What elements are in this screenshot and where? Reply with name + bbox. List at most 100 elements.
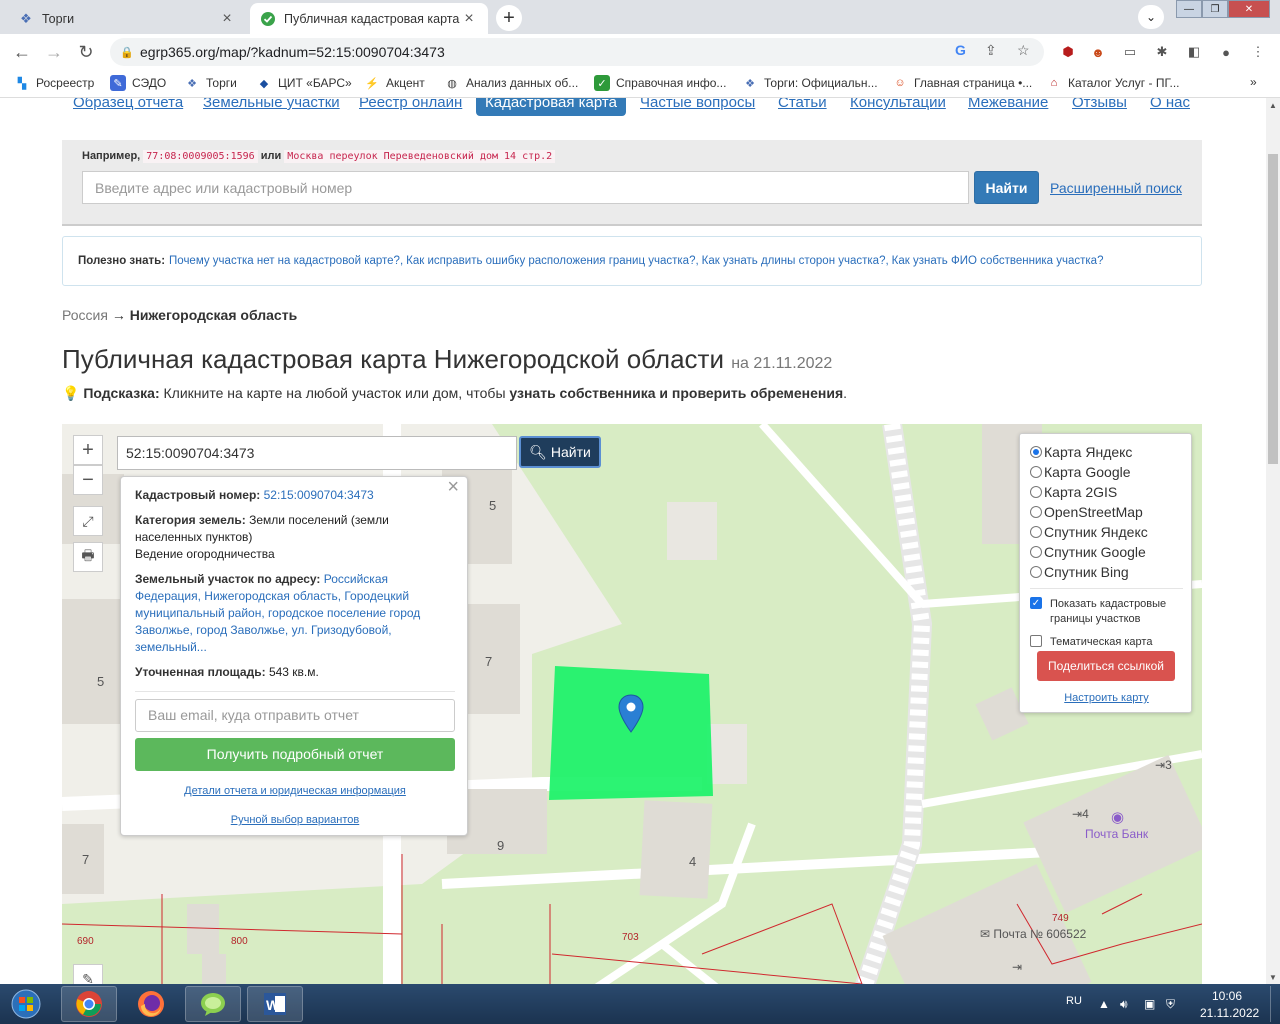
radio-button[interactable] <box>1030 446 1042 458</box>
chrome-icon[interactable] <box>61 986 117 1022</box>
chevron-down-icon[interactable]: ⌄ <box>1138 5 1164 29</box>
radio-button[interactable] <box>1030 566 1042 578</box>
more-bookmarks-icon[interactable]: » <box>1250 75 1257 89</box>
fullscreen-icon[interactable]: ⤢ <box>73 506 103 536</box>
nav-faq[interactable]: Частые вопросы <box>640 98 755 111</box>
bookmark-item[interactable]: ▚ Росреестр <box>14 75 95 91</box>
radio-button[interactable] <box>1030 486 1042 498</box>
firefox-icon[interactable] <box>123 986 179 1022</box>
bookmark-item[interactable]: ◆ ЦИТ «БАРС» <box>256 75 352 91</box>
bookmark-item[interactable]: ✓ Справочная инфо... <box>594 75 726 91</box>
bookmark-item[interactable]: ⌂ Каталог Услуг - ПГ... <box>1046 75 1180 91</box>
extension-icon[interactable]: ☻ <box>1088 42 1108 62</box>
map-search-button[interactable]: 🔍︎ Найти <box>519 436 601 468</box>
nav-sample-report[interactable]: Образец отчета <box>73 98 183 111</box>
cadastral-map[interactable]: + − ⤢ 🖶 ✎ 52:15:0090704:3473 🔍︎ Найти 5 … <box>62 424 1202 984</box>
map-search-input[interactable]: 52:15:0090704:3473 <box>117 436 517 470</box>
clock-date[interactable]: 21.11.2022 <box>1200 1006 1259 1020</box>
layer-osm[interactable]: OpenStreetMap <box>1030 502 1191 522</box>
nav-about[interactable]: О нас <box>1150 98 1190 111</box>
radio-button[interactable] <box>1030 526 1042 538</box>
manual-select-link[interactable]: Ручной выбор вариантов <box>135 812 455 829</box>
radio-button[interactable] <box>1030 506 1042 518</box>
nav-cadastral-map[interactable]: Кадастровая карта <box>476 98 626 116</box>
radio-button[interactable] <box>1030 546 1042 558</box>
volume-icon[interactable]: 🔊︎ <box>1120 997 1128 1012</box>
scroll-down-icon[interactable]: ▼ <box>1266 970 1280 984</box>
layer-2gis-map[interactable]: Карта 2GIS <box>1030 482 1191 502</box>
language-indicator[interactable]: RU <box>1066 995 1082 1007</box>
thematic-map-checkbox[interactable]: Тематическая карта <box>1030 635 1191 650</box>
layer-yandex-map[interactable]: Карта Яндекс <box>1030 442 1191 462</box>
close-icon[interactable]: × <box>460 10 478 28</box>
word-icon[interactable]: W <box>247 986 303 1022</box>
breadcrumb-root[interactable]: Россия <box>62 307 108 323</box>
close-icon[interactable]: × <box>218 10 236 28</box>
restore-button[interactable]: ❐ <box>1202 0 1228 18</box>
nav-land-plots[interactable]: Земельные участки <box>203 98 340 111</box>
checkbox-checked[interactable]: ✓ <box>1030 597 1042 609</box>
back-arrow-icon[interactable]: ← <box>10 40 34 64</box>
map-marker-icon[interactable] <box>618 694 644 734</box>
minimize-button[interactable]: — <box>1176 0 1202 18</box>
useful-link[interactable]: Почему участка нет на кадастровой карте?… <box>169 255 403 267</box>
star-icon[interactable]: ☆ <box>1017 42 1030 59</box>
window-close-button[interactable]: ✕ <box>1228 0 1270 18</box>
search-button[interactable]: Найти <box>974 171 1039 204</box>
clock-time[interactable]: 10:06 <box>1212 989 1242 1003</box>
show-desktop-button[interactable] <box>1270 986 1280 1022</box>
zoom-out-button[interactable]: − <box>73 465 103 495</box>
layer-bing-satellite[interactable]: Спутник Bing <box>1030 562 1191 582</box>
messenger-icon[interactable] <box>185 986 241 1022</box>
show-borders-checkbox[interactable]: ✓ Показать кадастровые границы участков <box>1030 597 1191 627</box>
chevron-up-icon[interactable]: ▲ <box>1098 997 1110 1011</box>
poi-post-label[interactable]: ✉ Почта № 606522 <box>980 927 1086 941</box>
profile-icon[interactable]: ● <box>1216 42 1236 62</box>
example-code[interactable]: Москва переулок Переведеновский дом 14 с… <box>284 150 556 163</box>
layer-google-map[interactable]: Карта Google <box>1030 462 1191 482</box>
bookmark-item[interactable]: ☺ Главная страница •... <box>892 75 1032 91</box>
scroll-up-icon[interactable]: ▲ <box>1266 98 1280 112</box>
bookmark-item[interactable]: ✎ СЭДО <box>110 75 166 91</box>
advanced-search-link[interactable]: Расширенный поиск <box>1050 180 1182 196</box>
bookmark-item[interactable]: ❖ Торги: Официальн... <box>742 75 877 91</box>
share-icon[interactable]: ⇪ <box>985 42 997 59</box>
search-input[interactable]: Введите адрес или кадастровый номер <box>82 171 969 204</box>
print-icon[interactable]: 🖶 <box>73 542 103 572</box>
get-report-button[interactable]: Получить подробный отчет <box>135 738 455 771</box>
radio-button[interactable] <box>1030 466 1042 478</box>
new-tab-button[interactable]: + <box>496 5 522 31</box>
share-link-button[interactable]: Поделиться ссылкой <box>1037 651 1175 681</box>
network-icon[interactable]: ▣ <box>1144 997 1155 1011</box>
extension-icon[interactable]: ▭ <box>1120 42 1140 62</box>
layer-google-satellite[interactable]: Спутник Google <box>1030 542 1191 562</box>
nav-registry-online[interactable]: Реестр онлайн <box>359 98 462 111</box>
antivirus-icon[interactable]: ⛨ <box>1166 997 1175 1012</box>
tab-torgi[interactable]: ❖ Торги × <box>8 3 246 34</box>
configure-map-link[interactable]: Настроить карту <box>1020 692 1193 704</box>
url-field[interactable]: 🔒 egrp365.org/map/?kadnum=52:15:0090704:… <box>110 38 1044 66</box>
scrollbar-thumb[interactable] <box>1268 154 1278 464</box>
tab-cadastral-map[interactable]: Публичная кадастровая карта Н × <box>250 3 488 34</box>
nav-consultations[interactable]: Консультации <box>850 98 946 111</box>
poi-bank-label[interactable]: Почта Банк <box>1085 827 1148 841</box>
start-button[interactable] <box>4 986 48 1022</box>
cadastral-number-link[interactable]: 52:15:0090704:3473 <box>264 488 374 502</box>
report-details-link[interactable]: Детали отчета и юридическая информация <box>135 783 455 800</box>
reload-icon[interactable]: ↻ <box>74 40 98 64</box>
checkbox[interactable] <box>1030 635 1042 647</box>
layer-yandex-satellite[interactable]: Спутник Яндекс <box>1030 522 1191 542</box>
sidepanel-icon[interactable]: ◧ <box>1184 42 1204 62</box>
google-icon[interactable]: G <box>955 42 966 58</box>
email-field[interactable]: Ваш email, куда отправить отчет <box>135 699 455 732</box>
useful-link[interactable]: Как узнать ФИО собственника участка? <box>892 255 1104 267</box>
page-scrollbar[interactable]: ▲ ▼ <box>1266 98 1280 984</box>
nav-articles[interactable]: Статьи <box>778 98 827 111</box>
extension-icon[interactable]: ⬢ <box>1058 42 1078 62</box>
example-code[interactable]: 77:08:0009005:1596 <box>143 150 258 163</box>
puzzle-icon[interactable]: ✱ <box>1152 42 1172 62</box>
ruler-icon[interactable]: ✎ <box>73 964 103 984</box>
nav-surveying[interactable]: Межевание <box>968 98 1048 111</box>
bookmark-item[interactable]: ◍ Анализ данных об... <box>444 75 578 91</box>
bookmark-item[interactable]: ❖ Торги <box>184 75 237 91</box>
